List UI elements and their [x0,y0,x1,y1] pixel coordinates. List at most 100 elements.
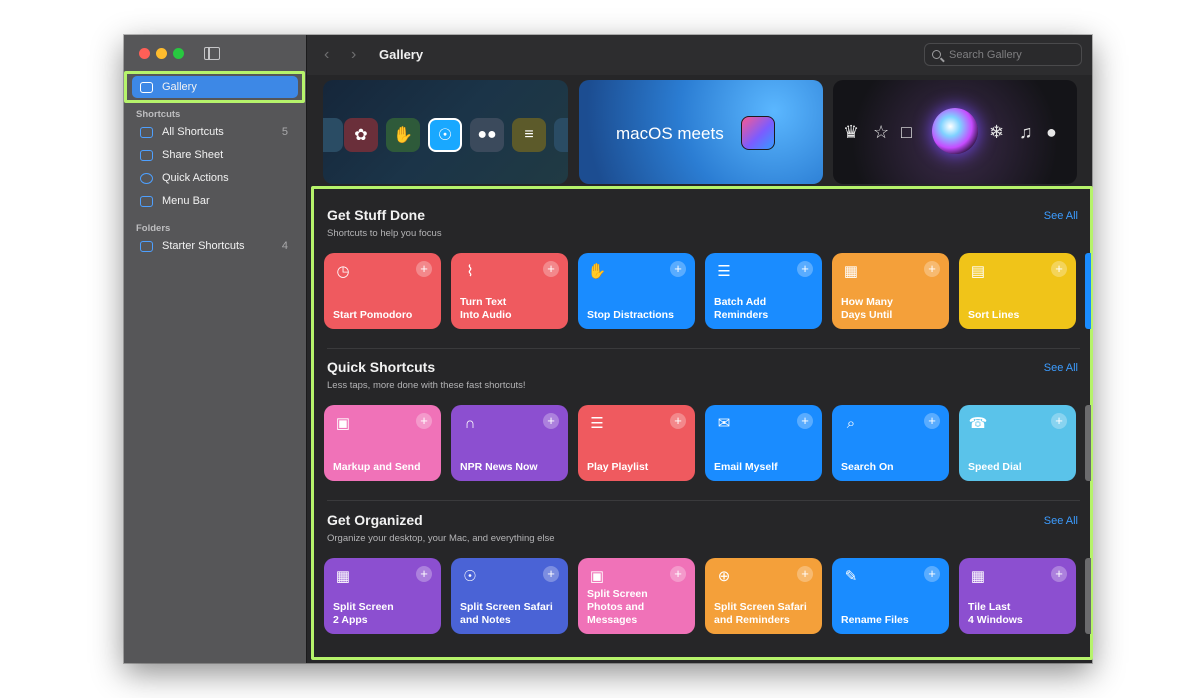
shortcut-card[interactable]: ◷ + Start Pomodoro [324,253,441,329]
sidebar-item-menu-bar[interactable]: Menu Bar [132,190,298,212]
add-shortcut-button[interactable]: + [416,261,432,277]
list-icon: ☰ [590,415,604,432]
phone-icon: ☎ [968,415,988,432]
search-input[interactable] [949,48,1074,61]
add-shortcut-button[interactable]: + [1051,261,1067,277]
shortcut-card[interactable]: ▦ + How Many Days Until [832,253,949,329]
add-shortcut-button[interactable]: + [670,566,686,582]
add-shortcut-button[interactable]: + [416,566,432,582]
add-shortcut-button[interactable]: + [797,261,813,277]
sidebar-item-starter-shortcuts[interactable]: Starter Shortcuts 4 [132,235,298,257]
pencil-icon: ✎ [844,568,858,585]
shortcut-card-label: Sort Lines [968,309,1020,321]
sidebar-item-share-sheet[interactable]: Share Sheet [132,144,298,166]
globe-icon: ⊕ [717,568,731,585]
shortcut-card[interactable]: ⌇ + Turn Text Into Audio [451,253,568,329]
shortcut-card-label: Search On [841,461,894,473]
app-tile-icon [323,118,343,152]
add-shortcut-button[interactable]: + [924,566,940,582]
section-subtitle: Organize your desktop, your Mac, and eve… [327,533,555,544]
document-icon: ▤ [970,263,986,280]
add-shortcut-button[interactable]: + [543,413,559,429]
toolbar: ‹ › Gallery [307,35,1092,75]
shortcut-card[interactable]: ⌕ + Search On [832,405,949,481]
shortcut-card[interactable]: ▦ + Tile Last 4 Windows [959,558,1076,634]
forward-chevron-icon[interactable]: › [351,46,356,64]
page-title: Gallery [379,47,424,62]
featured-banner-accessibility[interactable]: ✿ ✋ ☉ ●● ≡ [323,80,568,184]
shortcuts-logo-icon [741,116,775,150]
add-shortcut-button[interactable]: + [1051,413,1067,429]
sidebar-item-quick-actions[interactable]: Quick Actions [132,167,298,189]
sidebar-item-label: Share Sheet [162,149,224,161]
shortcut-card-label: Split Screen Safari and Notes [460,601,553,626]
shortcut-card-label: Tile Last 4 Windows [968,601,1023,626]
shortcut-card[interactable]: ▤ + Sort Lines [959,253,1076,329]
flower-icon: ✿ [344,118,378,152]
shortcut-card[interactable]: ☰ + Play Playlist [578,405,695,481]
see-all-link[interactable]: See All [1044,210,1078,222]
sidebar-item-label: Menu Bar [162,195,210,207]
shortcut-card[interactable]: ⊕ + Split Screen Safari and Reminders [705,558,822,634]
sidebar: Gallery Shortcuts All Shortcuts 5 Share … [124,35,307,663]
shortcut-card-label: Play Playlist [587,461,649,473]
section-divider [327,348,1080,349]
shortcuts-group-label: Shortcuts [136,109,181,120]
gear-icon [140,172,153,184]
featured-banner-siri[interactable]: ♛ ☆ □ ❄ ♫ ● [833,80,1077,184]
shortcut-card-label: Split Screen 2 Apps [333,601,394,626]
see-all-link[interactable]: See All [1044,515,1078,527]
list-icon: ☰ [717,263,731,280]
shortcut-card[interactable]: ▦ + Split Screen 2 Apps [324,558,441,634]
shortcut-card[interactable]: ✉ + Email Myself [705,405,822,481]
next-card-peek [1085,253,1091,329]
shortcut-card-label: Split Screen Photos and Messages [587,588,648,626]
see-all-link[interactable]: See All [1044,362,1078,374]
add-shortcut-button[interactable]: + [543,261,559,277]
banner-text: macOS meets [616,124,724,143]
next-card-peek [1085,405,1091,481]
add-shortcut-button[interactable]: + [670,413,686,429]
shortcut-card[interactable]: ✎ + Rename Files [832,558,949,634]
zoom-button[interactable] [173,48,184,59]
shortcut-card-label: Markup and Send [333,461,421,473]
section-subtitle: Shortcuts to help you focus [327,228,442,239]
section-title: Quick Shortcuts [327,359,436,375]
shortcut-card[interactable]: ☰ + Batch Add Reminders [705,253,822,329]
crown-icon: ♛ [843,122,860,142]
section-title: Get Organized [327,512,423,528]
menu-bar-icon [140,195,153,207]
sidebar-item-label: All Shortcuts [162,126,224,138]
shortcut-card[interactable]: ☎ + Speed Dial [959,405,1076,481]
headphones-icon: ∩ [464,414,476,432]
sliders-icon: ≡ [512,118,546,152]
close-button[interactable] [139,48,150,59]
shortcut-card-label: Rename Files [841,614,909,626]
shortcut-card[interactable]: ∩ + NPR News Now [451,405,568,481]
app-tile-icon [554,118,568,152]
hand-icon: ✋ [386,118,420,152]
back-chevron-icon[interactable]: ‹ [324,46,329,64]
add-shortcut-button[interactable]: + [797,566,813,582]
shortcut-card[interactable]: ✋ + Stop Distractions [578,253,695,329]
sidebar-toggle-icon[interactable] [204,47,220,60]
add-shortcut-button[interactable]: + [1051,566,1067,582]
featured-banner-macos[interactable]: macOS meets [579,80,823,184]
add-shortcut-button[interactable]: + [670,261,686,277]
add-shortcut-button[interactable]: + [797,413,813,429]
sidebar-item-all-shortcuts[interactable]: All Shortcuts 5 [132,121,298,143]
minimize-button[interactable] [156,48,167,59]
sidebar-item-label: Starter Shortcuts [162,240,245,252]
search-icon [932,50,941,59]
add-shortcut-button[interactable]: + [543,566,559,582]
shortcut-card-label: Start Pomodoro [333,309,413,321]
search-field[interactable] [924,43,1082,66]
add-shortcut-button[interactable]: + [924,413,940,429]
add-shortcut-button[interactable]: + [416,413,432,429]
shortcut-card-label: Speed Dial [968,461,1022,473]
add-shortcut-button[interactable]: + [924,261,940,277]
waveform-icon: ⌇ [466,263,474,280]
shortcut-card[interactable]: ▣ + Markup and Send [324,405,441,481]
shortcut-card[interactable]: ☉ + Split Screen Safari and Notes [451,558,568,634]
shortcut-card[interactable]: ▣ + Split Screen Photos and Messages [578,558,695,634]
